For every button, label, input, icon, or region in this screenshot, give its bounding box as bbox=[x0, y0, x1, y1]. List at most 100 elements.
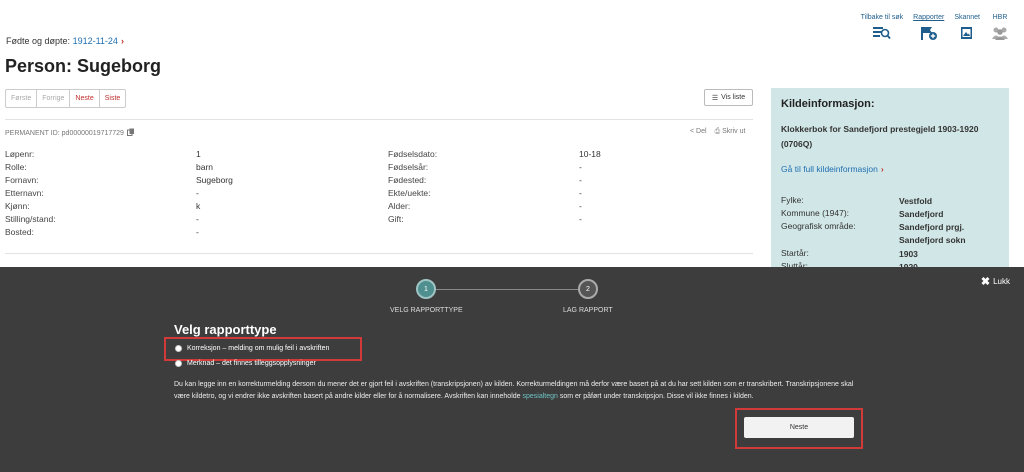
chevron-right-icon: › bbox=[880, 164, 884, 174]
source-row-label: Geografisk område: bbox=[781, 221, 856, 231]
report-link[interactable]: Rapporter bbox=[913, 14, 944, 41]
top-links: Tilbake til søk Rapporter Skannet HBR bbox=[861, 14, 1010, 41]
field-row: Fødested: bbox=[388, 175, 426, 188]
field-row: Bosted: bbox=[5, 227, 34, 240]
field-value: - bbox=[196, 227, 199, 240]
radio-circle-icon[interactable] bbox=[175, 345, 182, 352]
page-title: Person: Sugeborg bbox=[5, 56, 162, 76]
special-chars-link[interactable]: spesialtegn bbox=[523, 393, 558, 400]
field-row: Etternavn: bbox=[5, 188, 44, 201]
report-add-icon bbox=[919, 25, 939, 41]
radio-correction[interactable]: Korreksjon – melding om mulig feil i avs… bbox=[175, 345, 329, 352]
source-title: Klokkerbok for Sandefjord prestegjeld 19… bbox=[781, 122, 999, 152]
scanned-label: Skannet bbox=[954, 14, 980, 21]
field-row: Fødselsdato: bbox=[388, 149, 437, 162]
instructions-part: som er påført under transkripsjon. Disse… bbox=[559, 392, 754, 400]
instructions-text: Du kan legge inn en korrekturmelding der… bbox=[174, 379, 854, 402]
divider bbox=[5, 253, 753, 254]
share-label: Del bbox=[696, 128, 707, 135]
radio-remark-label: Merknad – det finnes tilleggsopplysninge… bbox=[187, 360, 316, 367]
show-list-button[interactable]: ☰ Vis liste bbox=[704, 89, 753, 106]
source-info-heading: Kildeinformasjon: bbox=[781, 98, 875, 110]
source-row-value: Sandefjord sokn bbox=[899, 235, 966, 245]
hbr-label: HBR bbox=[992, 14, 1008, 21]
close-icon: ✖ bbox=[980, 276, 991, 288]
print-label: Skriv ut bbox=[722, 128, 746, 135]
radio-correction-label: Korreksjon – melding om mulig feil i avs… bbox=[187, 345, 330, 352]
source-row-value: 1903 bbox=[899, 249, 918, 259]
breadcrumb-date-link[interactable]: 1912-11-24 bbox=[73, 36, 118, 46]
field-row: Fornavn: bbox=[5, 175, 39, 188]
step-1-indicator: 1 bbox=[416, 279, 436, 299]
field-label: Fødselsdato: bbox=[388, 149, 438, 159]
field-value-text: - bbox=[579, 214, 582, 224]
field-value-text: 10-18 bbox=[579, 149, 601, 159]
back-to-search-link[interactable]: Tilbake til søk bbox=[861, 14, 903, 41]
image-icon bbox=[957, 25, 977, 41]
close-label: Lukk bbox=[993, 277, 1010, 286]
field-label: Ekte/uekte: bbox=[388, 188, 431, 198]
field-row: Løpenr: bbox=[5, 149, 34, 162]
field-label: Rolle: bbox=[5, 162, 27, 172]
field-value-text: - bbox=[196, 214, 199, 224]
field-value: - bbox=[579, 214, 582, 227]
field-value-text: - bbox=[196, 188, 199, 198]
report-label: Rapporter bbox=[913, 14, 945, 21]
pager-prev-button[interactable]: Forrige bbox=[37, 90, 71, 107]
hbr-link[interactable]: HBR bbox=[990, 14, 1010, 41]
print-icon: ⎙ bbox=[714, 128, 721, 135]
close-button[interactable]: ✖ Lukk bbox=[981, 275, 1010, 288]
field-value-text: - bbox=[579, 201, 582, 211]
field-value-text: barn bbox=[196, 162, 214, 172]
show-list-label: Vis liste bbox=[721, 94, 746, 101]
modal-heading: Velg rapporttype bbox=[174, 322, 277, 337]
field-row: Rolle: bbox=[5, 162, 27, 175]
full-source-info-link[interactable]: Gå til full kildeinformasjon › bbox=[781, 164, 999, 174]
field-value: - bbox=[579, 175, 582, 188]
permanent-id-text: PERMANENT ID: pd00000019717729 bbox=[5, 129, 124, 137]
source-row-value: Vestfold bbox=[899, 196, 933, 206]
field-label: Bosted: bbox=[5, 227, 34, 237]
share-button[interactable]: < Del bbox=[690, 128, 707, 136]
source-title-line: Klokkerbok for Sandefjord prestegjeld 19… bbox=[781, 124, 979, 134]
pager: Første Forrige Neste Siste bbox=[5, 89, 127, 108]
search-list-icon bbox=[872, 25, 892, 41]
pager-last-button[interactable]: Siste bbox=[100, 90, 126, 107]
breadcrumb-prefix: Fødte og døpte: bbox=[6, 36, 71, 46]
print-button[interactable]: ⎙ Skriv ut bbox=[715, 128, 746, 136]
share-icon: < bbox=[690, 128, 695, 135]
field-row: Fødselsår: bbox=[388, 162, 428, 175]
field-label: Kjønn: bbox=[5, 201, 30, 211]
scanned-link[interactable]: Skannet bbox=[954, 14, 980, 41]
field-row: Kjønn: bbox=[5, 201, 30, 214]
report-modal: ✖ Lukk 1 2 VELG RAPPORTTYPE LAG RAPPORT … bbox=[0, 267, 1024, 472]
field-label: Stilling/stand: bbox=[5, 214, 56, 224]
field-value-text: - bbox=[579, 188, 582, 198]
radio-remark[interactable]: Merknad – det finnes tilleggsopplysninge… bbox=[175, 360, 316, 367]
breadcrumb: Fødte og døpte: 1912-11-24 › bbox=[6, 36, 124, 46]
next-button[interactable]: Neste bbox=[744, 417, 854, 438]
field-label: Fødested: bbox=[388, 175, 427, 185]
share-tools: < Del ⎙ Skriv ut bbox=[690, 128, 745, 136]
field-row: Ekte/uekte: bbox=[388, 188, 431, 201]
field-value: - bbox=[579, 188, 582, 201]
field-label: Gift: bbox=[388, 214, 404, 224]
source-info-panel: Kildeinformasjon: Klokkerbok for Sandefj… bbox=[771, 88, 1009, 278]
pager-first-button[interactable]: Første bbox=[6, 90, 38, 107]
field-label: Fødselsår: bbox=[388, 162, 429, 172]
field-value: - bbox=[579, 162, 582, 175]
field-value-text: - bbox=[196, 227, 199, 237]
step-connector bbox=[426, 289, 588, 290]
pager-next-button[interactable]: Neste bbox=[70, 90, 100, 107]
field-value-text: k bbox=[196, 201, 201, 211]
field-label: Fornavn: bbox=[5, 175, 39, 185]
radio-circle-icon[interactable] bbox=[175, 360, 182, 367]
field-value: 10-18 bbox=[579, 149, 601, 162]
copy-icon[interactable] bbox=[126, 128, 135, 138]
field-value: Sugeborg bbox=[196, 175, 233, 188]
step-2-indicator: 2 bbox=[578, 279, 598, 299]
step-2-label: LAG RAPPORT bbox=[563, 307, 613, 314]
field-value: - bbox=[196, 214, 199, 227]
field-value: k bbox=[196, 201, 200, 214]
field-value: - bbox=[579, 201, 582, 214]
